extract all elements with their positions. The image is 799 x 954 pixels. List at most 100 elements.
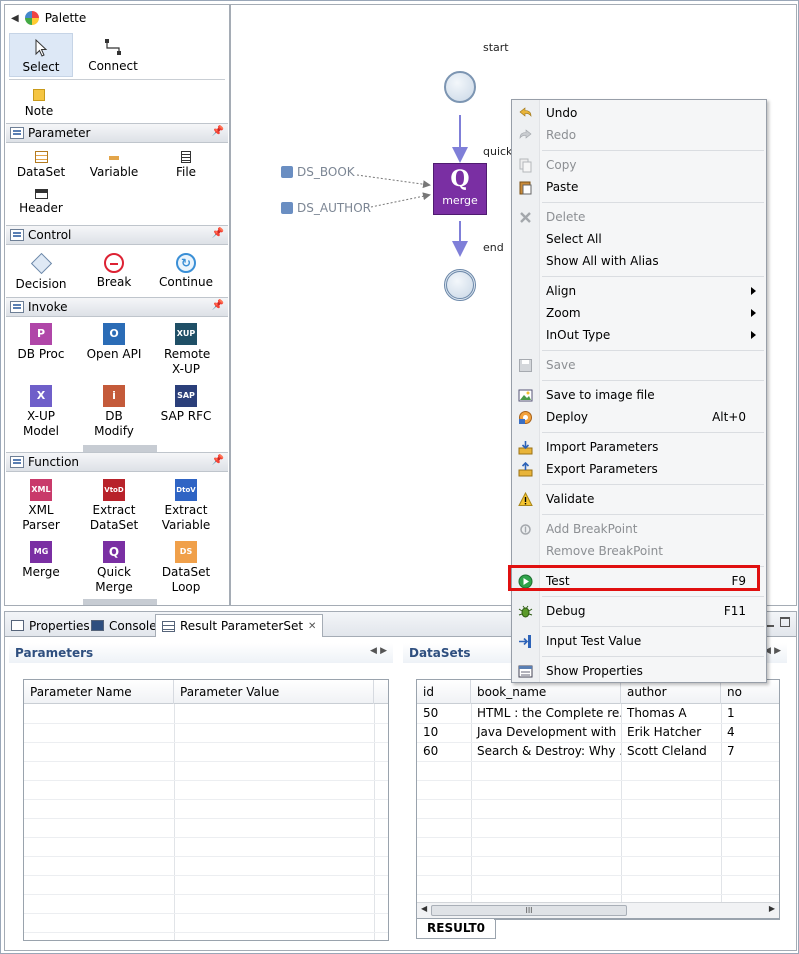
pin-icon[interactable]: 📌	[212, 300, 224, 311]
palette-item-variable[interactable]: Variable	[78, 151, 150, 180]
menu-item-copy[interactable]: Copy	[512, 154, 766, 176]
invoke-scroll-down[interactable]	[83, 445, 157, 452]
tab-console[interactable]: Console	[85, 614, 163, 637]
menu-separator	[542, 432, 764, 433]
parameters-header: Parameters ◀ ▶	[9, 643, 393, 663]
function-scroll-down[interactable]	[83, 599, 157, 605]
scrollbar-thumb[interactable]: III	[431, 905, 627, 916]
menu-item-save[interactable]: Save	[512, 354, 766, 376]
palette-item-extract-dataset[interactable]: VtoD Extract DataSet	[78, 479, 150, 533]
datasets-grid[interactable]: id book_name author no 50 HTML : the Comp…	[416, 679, 780, 919]
pin-icon[interactable]: 📌	[212, 455, 224, 466]
table-cell[interactable]: 10	[417, 723, 471, 742]
parameters-grid[interactable]: Parameter Name Parameter Value	[23, 679, 389, 941]
palette-item-extract-variable[interactable]: DtoV Extract Variable	[150, 479, 222, 533]
menu-item-show-properties[interactable]: Show Properties	[512, 660, 766, 682]
start-node[interactable]	[444, 71, 476, 103]
submenu-arrow-icon	[751, 287, 756, 295]
connect-tool[interactable]: Connect	[81, 37, 145, 73]
section-function-header[interactable]: Function 📌	[6, 452, 228, 472]
tab-result-parameterset[interactable]: Result ParameterSet ✕	[155, 614, 324, 637]
table-cell[interactable]: HTML : the Complete re...	[471, 704, 621, 723]
palette-item-db-proc[interactable]: P DB Proc	[5, 323, 77, 362]
menu-item-export-parameters[interactable]: Export Parameters	[512, 458, 766, 480]
table-cell[interactable]: 7	[721, 742, 779, 761]
palette-header[interactable]: ◀ Palette	[5, 5, 229, 31]
collapse-arrow-icon[interactable]: ◀	[11, 13, 19, 24]
end-node[interactable]	[444, 269, 476, 301]
menu-item-validate[interactable]: Validate	[512, 488, 766, 510]
section-parameter-header[interactable]: Parameter 📌	[6, 123, 228, 143]
table-cell[interactable]: Scott Cleland	[621, 742, 721, 761]
maximize-icon[interactable]	[780, 617, 790, 627]
palette-item-xml-parser[interactable]: XML XML Parser	[5, 479, 77, 533]
column-header[interactable]: Parameter Name	[24, 680, 174, 704]
ds-book-param[interactable]: DS_BOOK	[281, 165, 355, 179]
palette-item-header[interactable]: Header	[5, 189, 77, 216]
menu-item-label: Undo	[546, 106, 578, 120]
section-invoke-header[interactable]: Invoke 📌	[6, 297, 228, 317]
palette-item-file[interactable]: File	[150, 151, 222, 180]
select-tool[interactable]: Select	[9, 33, 73, 77]
palette-item-quick-merge[interactable]: Q Quick Merge	[78, 541, 150, 595]
menu-item-align[interactable]: Align	[512, 280, 766, 302]
scroll-right-icon[interactable]: ▶	[769, 904, 775, 913]
menu-item-save-to-image-file[interactable]: Save to image file	[512, 384, 766, 406]
scroll-left-icon[interactable]: ◀	[421, 904, 427, 913]
column-header[interactable]: book_name	[471, 680, 621, 704]
table-cell[interactable]: 1	[721, 704, 779, 723]
palette-item-remote-xup[interactable]: XUP Remote X-UP	[150, 323, 222, 377]
menu-item-remove-breakpoint[interactable]: Remove BreakPoint	[512, 540, 766, 562]
menu-item-deploy[interactable]: Deploy Alt+0	[512, 406, 766, 428]
palette-item-sap-rfc[interactable]: SAP SAP RFC	[150, 385, 222, 424]
menu-item-add-breakpoint[interactable]: Add BreakPoint	[512, 518, 766, 540]
palette-item-db-modify[interactable]: i DB Modify	[78, 385, 150, 439]
palette-item-dataset-loop[interactable]: DS DataSet Loop	[150, 541, 222, 595]
menu-item-undo[interactable]: Undo	[512, 102, 766, 124]
table-cell[interactable]: Java Development with ...	[471, 723, 621, 742]
menu-item-debug[interactable]: Debug F11	[512, 600, 766, 622]
table-cell[interactable]: Thomas A	[621, 704, 721, 723]
palette-item-dataset[interactable]: DataSet	[5, 151, 77, 180]
menu-item-select-all[interactable]: Select All	[512, 228, 766, 250]
tab-properties[interactable]: Properties	[5, 614, 96, 637]
section-control-header[interactable]: Control 📌	[6, 225, 228, 245]
menu-item-redo[interactable]: Redo	[512, 124, 766, 146]
quick-merge-node[interactable]: Q merge	[433, 163, 487, 215]
table-cell[interactable]: 50	[417, 704, 471, 723]
table-cell[interactable]: 60	[417, 742, 471, 761]
menu-item-show-all-with-alias[interactable]: Show All with Alias	[512, 250, 766, 272]
table-cell[interactable]: Erik Hatcher	[621, 723, 721, 742]
palette-item-break[interactable]: Break	[78, 253, 150, 290]
horizontal-scrollbar[interactable]: ◀ III ▶	[417, 902, 779, 918]
palette-item-continue[interactable]: ↻ Continue	[150, 253, 222, 290]
close-icon[interactable]: ✕	[308, 621, 316, 632]
menu-item-inout-type[interactable]: InOut Type	[512, 324, 766, 346]
table-cell[interactable]: Search & Destroy: Why ...	[471, 742, 621, 761]
sheet-tab-result0[interactable]: RESULT0	[416, 919, 497, 939]
undo-icon	[518, 106, 533, 121]
pin-icon[interactable]: 📌	[212, 228, 224, 239]
grid-line	[174, 704, 175, 940]
palette-item-open-api[interactable]: O Open API	[78, 323, 150, 362]
menu-item-paste[interactable]: Paste	[512, 176, 766, 198]
menu-item-delete[interactable]: Delete	[512, 206, 766, 228]
table-cell[interactable]: 4	[721, 723, 779, 742]
menu-item-input-test-value[interactable]: Input Test Value	[512, 630, 766, 652]
palette-item-merge[interactable]: MG Merge	[5, 541, 77, 580]
note-tool[interactable]: Note	[7, 89, 71, 118]
tab-label: Properties	[29, 618, 90, 633]
menu-item-shortcut: Alt+0	[712, 410, 746, 424]
menu-item-import-parameters[interactable]: Import Parameters	[512, 436, 766, 458]
column-header[interactable]: no	[721, 680, 779, 704]
column-header[interactable]: id	[417, 680, 471, 704]
section-function-title: Function	[28, 455, 80, 469]
ds-author-param[interactable]: DS_AUTHOR	[281, 201, 371, 215]
column-header[interactable]: Parameter Value	[174, 680, 374, 704]
palette-item-xup-model[interactable]: X X-UP Model	[5, 385, 77, 439]
menu-item-zoom[interactable]: Zoom	[512, 302, 766, 324]
column-header[interactable]: author	[621, 680, 721, 704]
pin-icon[interactable]: 📌	[212, 126, 224, 137]
panel-nav-arrows-icon[interactable]: ◀ ▶	[370, 646, 387, 656]
palette-item-decision[interactable]: Decision	[5, 252, 77, 292]
